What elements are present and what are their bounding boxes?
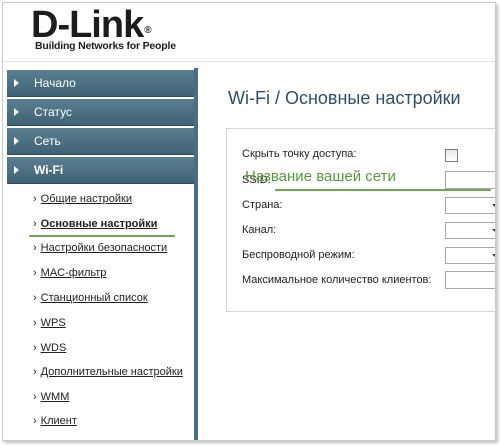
sidebar-item-wps[interactable]: › WPS xyxy=(33,317,66,329)
nav-section-wifi[interactable]: Wi-Fi xyxy=(7,157,194,184)
arrow-right-icon xyxy=(14,166,19,174)
nav-section-label: Wi-Fi xyxy=(34,163,64,177)
ssid-input[interactable] xyxy=(445,171,495,189)
sidebar-item-advanced-settings[interactable]: › Дополнительные настройки xyxy=(33,366,183,378)
nav-section-label: Начало xyxy=(34,76,76,90)
country-label: Страна: xyxy=(242,199,283,211)
brand-tagline: Building Networks for People xyxy=(35,40,176,52)
sidebar-item-wmm[interactable]: › WMM xyxy=(33,391,69,403)
router-admin-window: D-Link® Building Networks for People Нач… xyxy=(2,2,496,441)
country-select[interactable] xyxy=(445,197,495,214)
arrow-right-icon xyxy=(14,79,19,87)
sidebar-item-security-settings[interactable]: › Настройки безопасности xyxy=(33,242,167,254)
hide-ap-label: Скрыть точку доступа: xyxy=(242,148,357,160)
chevron-down-icon xyxy=(492,204,495,208)
page-title: Wi-Fi / Основные настройки xyxy=(228,88,461,108)
sidebar-item-station-list[interactable]: › Станционный список xyxy=(33,292,148,304)
chevron-down-icon xyxy=(492,229,495,233)
sidebar: Начало Статус Сеть Wi-Fi › Общие настройк… xyxy=(3,68,194,440)
header: D-Link® Building Networks for People xyxy=(3,3,495,61)
hide-ap-checkbox[interactable] xyxy=(445,149,458,162)
nav-section-network[interactable]: Сеть xyxy=(7,128,194,155)
sidebar-item-wds[interactable]: › WDS xyxy=(33,342,66,354)
sidebar-item-general-settings[interactable]: › Общие настройки xyxy=(33,193,132,205)
mode-select[interactable] xyxy=(445,247,495,264)
basic-settings-panel: Скрыть точку доступа: SSID: Страна: Кана… xyxy=(226,128,495,312)
callout-underline xyxy=(275,189,491,191)
nav-section-home[interactable]: Начало xyxy=(7,70,194,97)
sidebar-item-mac-filter[interactable]: › MAC-фильтр xyxy=(33,267,106,279)
arrow-right-icon xyxy=(14,108,19,116)
max-clients-input[interactable] xyxy=(445,271,495,289)
nav-section-label: Статус xyxy=(34,105,72,119)
sidebar-item-basic-settings[interactable]: › Основные настройки xyxy=(33,218,157,230)
nav-section-label: Сеть xyxy=(34,134,61,148)
mode-label: Беспроводной режим: xyxy=(242,249,355,261)
channel-select[interactable] xyxy=(445,222,495,239)
nav-section-status[interactable]: Статус xyxy=(7,99,194,126)
channel-label: Канал: xyxy=(242,224,277,236)
chevron-down-icon xyxy=(492,254,495,258)
max-clients-label: Максимальное количество клиентов: xyxy=(242,274,432,286)
main-content: Wi-Fi / Основные настройки Скрыть точку … xyxy=(198,62,495,440)
arrow-right-icon xyxy=(14,137,19,145)
ssid-callout: Название вашей сети xyxy=(245,168,396,185)
dlink-logo: D-Link® xyxy=(31,4,152,46)
highlight-underline xyxy=(29,235,175,237)
sidebar-item-client[interactable]: › Клиент xyxy=(33,415,77,427)
